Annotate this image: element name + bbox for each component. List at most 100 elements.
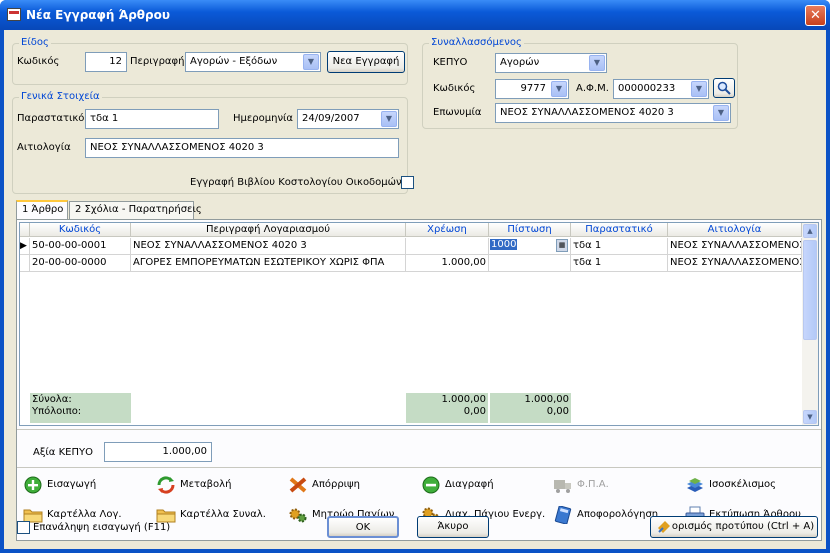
current-row-marker-icon: ▶: [20, 238, 30, 255]
date-combo[interactable]: 24/09/2007 ▼: [297, 109, 399, 129]
dialog-body: Είδος Κωδικός 12 Περιγραφή Αγορών - Εξόδ…: [4, 30, 826, 549]
cell-code[interactable]: 50-00-00-0001: [30, 238, 131, 255]
partner-code-combo[interactable]: 9777 ▼: [495, 79, 569, 99]
minus-circle-icon: [422, 476, 440, 494]
col-header-document[interactable]: Παραστατικό: [571, 223, 668, 237]
totals-debit: 1.000,00 0,00: [406, 393, 488, 423]
tab-article[interactable]: 1 Άρθρο: [16, 200, 68, 220]
chevron-down-icon[interactable]: ▼: [381, 111, 397, 127]
balance-button[interactable]: Ισοσκέλισμος: [685, 475, 776, 495]
tab-comments[interactable]: 2 Σχόλια - Παρατηρήσεις: [69, 201, 202, 219]
row-marker: [20, 255, 30, 272]
col-header-code[interactable]: Κωδικός: [30, 223, 131, 237]
partner-card-label: Καρτέλλα Συναλ.: [180, 509, 266, 520]
calculator-icon[interactable]: ▦: [556, 239, 568, 252]
template-label: ορισμός προτύπου (Ctrl + A): [671, 521, 815, 532]
entries-grid[interactable]: Κωδικός Περιγραφή Λογαριασμού Χρέωση Πίσ…: [19, 222, 819, 426]
reject-button[interactable]: Απόρριψη: [288, 475, 360, 495]
chevron-down-icon[interactable]: ▼: [713, 105, 729, 121]
col-header-reason[interactable]: Αιτιολογία: [668, 223, 802, 237]
partner-code-value: 9777: [520, 83, 546, 94]
chevron-down-icon[interactable]: ▼: [589, 55, 605, 71]
construction-checkbox[interactable]: [401, 176, 414, 189]
col-header-debit[interactable]: Χρέωση: [406, 223, 489, 237]
eidos-descr-label: Περιγραφή: [130, 56, 185, 67]
partner-group: Συναλλασσόμενος ΚΕΠΥΟ Αγορών ▼ Κωδικός 9…: [422, 37, 738, 129]
delete-label: Διαγραφή: [445, 479, 494, 490]
change-button[interactable]: Μεταβολή: [156, 475, 231, 495]
change-label: Μεταβολή: [180, 479, 232, 490]
new-entry-button[interactable]: Νεα Εγγραφή: [327, 51, 405, 73]
balance-label: Υπόλοιπο:: [32, 406, 82, 417]
cell-document[interactable]: τδα 1: [571, 238, 668, 255]
title-bar: Νέα Εγγραφή Άρθρου ✕: [0, 0, 830, 30]
partner-name-combo[interactable]: ΝΕΟΣ ΣΥΝΑΛΛΑΣΣΟΜΕΝΟΣ 4020 3 ▼: [495, 103, 731, 123]
cell-reason[interactable]: ΝΕΟΣ ΣΥΝΑΛΛΑΣΣΟΜΕΝΟΣ 4020 3: [668, 255, 802, 272]
cell-document[interactable]: τδα 1: [571, 255, 668, 272]
reject-label: Απόρριψη: [312, 479, 360, 490]
balance-debit-value: 0,00: [463, 406, 486, 417]
calculator-icon: [554, 506, 572, 524]
totals-label: Σύνολα:: [32, 394, 72, 405]
eidos-group: Είδος Κωδικός 12 Περιγραφή Αγορών - Εξόδ…: [12, 37, 408, 85]
cell-debit[interactable]: 1.000,00: [406, 255, 489, 272]
delete-button[interactable]: Διαγραφή: [421, 475, 494, 495]
balance-label: Ισοσκέλισμος: [709, 479, 777, 490]
reject-x-icon: [289, 477, 307, 493]
refresh-icon: [157, 476, 175, 494]
app-icon: [7, 8, 21, 21]
partner-group-label: Συναλλασσόμενος: [429, 37, 524, 48]
reason-field[interactable]: ΝΕΟΣ ΣΥΝΑΛΛΑΣΣΟΜΕΝΟΣ 4020 3: [85, 138, 399, 158]
col-header-description[interactable]: Περιγραφή Λογαριασμού: [131, 223, 406, 237]
balance-credit-value: 0,00: [546, 406, 569, 417]
afm-combo[interactable]: 000000233 ▼: [613, 79, 709, 99]
credit-edit-value[interactable]: 1000: [490, 239, 518, 250]
cell-credit[interactable]: [489, 255, 571, 272]
cell-description[interactable]: ΝΕΟΣ ΣΥΝΑΛΛΑΣΣΟΜΕΝΟΣ 4020 3: [131, 238, 406, 255]
kepyo-combo[interactable]: Αγορών ▼: [495, 53, 607, 73]
repeat-entry-label: Επανάληψη εισαγωγή (F11): [33, 522, 171, 533]
account-card-label: Καρτέλλα Λογ.: [47, 509, 122, 520]
kepyo-value-field[interactable]: 1.000,00: [104, 442, 212, 462]
cell-credit-editor[interactable]: 1000 ▦: [489, 238, 571, 255]
close-button[interactable]: ✕: [805, 5, 826, 26]
insert-button[interactable]: Εισαγωγή: [23, 475, 96, 495]
totals-labels: Σύνολα: Υπόλοιπο:: [30, 393, 131, 423]
total-credit-value: 1.000,00: [524, 394, 569, 405]
eidos-descr-combo[interactable]: Αγορών - Εξόδων ▼: [185, 52, 321, 72]
chevron-down-icon[interactable]: ▼: [303, 54, 319, 70]
kepyo-value: Αγορών: [500, 57, 540, 68]
eidos-descr-value: Αγορών - Εξόδων: [190, 56, 278, 67]
col-header-credit[interactable]: Πίστωση: [489, 223, 571, 237]
search-button[interactable]: [713, 78, 735, 98]
template-pin-icon: [658, 521, 670, 533]
eidos-code-field[interactable]: 12: [85, 52, 127, 72]
repeat-entry-checkbox[interactable]: [17, 521, 30, 534]
partner-code-label: Κωδικός: [433, 83, 476, 94]
cell-reason[interactable]: ΝΕΟΣ ΣΥΝΑΛΛΑΣΣΟΜΕΝΟΣ 4020 3: [668, 238, 802, 255]
doc-label: Παραστατικό: [17, 113, 85, 124]
partner-card-button[interactable]: Καρτέλλα Συναλ.: [156, 505, 266, 525]
template-button[interactable]: ορισμός προτύπου (Ctrl + A): [650, 516, 818, 538]
cancel-button[interactable]: Άκυρο: [417, 516, 489, 538]
cell-code[interactable]: 20-00-00-0000: [30, 255, 131, 272]
gears-icon: [289, 508, 307, 523]
reason-label: Αιτιολογία: [17, 142, 71, 153]
scroll-down-icon[interactable]: ▼: [803, 410, 817, 424]
vat-truck-icon: [554, 480, 571, 493]
chevron-down-icon[interactable]: ▼: [691, 81, 707, 97]
doc-field[interactable]: τδα 1: [85, 109, 219, 129]
insert-label: Εισαγωγή: [47, 479, 97, 490]
date-label: Ημερομηνία: [233, 113, 294, 124]
scroll-thumb[interactable]: [803, 240, 817, 340]
ok-button[interactable]: ΟΚ: [327, 516, 399, 538]
chevron-down-icon[interactable]: ▼: [551, 81, 567, 97]
search-icon: [717, 81, 731, 95]
partner-name-label: Επωνυμία: [433, 107, 482, 118]
vat-button[interactable]: Φ.Π.Α.: [553, 475, 609, 495]
tax-declaration-button[interactable]: Αποφορολόγηση: [553, 505, 658, 525]
scroll-up-icon[interactable]: ▲: [803, 224, 817, 238]
cell-description[interactable]: ΑΓΟΡΕΣ ΕΜΠΟΡΕΥΜΑΤΩΝ ΕΣΩΤΕΡΙΚΟΥ ΧΩΡΙΣ ΦΠΑ: [131, 255, 406, 272]
cell-debit[interactable]: [406, 238, 489, 255]
grid-vertical-scrollbar[interactable]: ▲ ▼: [802, 223, 818, 425]
